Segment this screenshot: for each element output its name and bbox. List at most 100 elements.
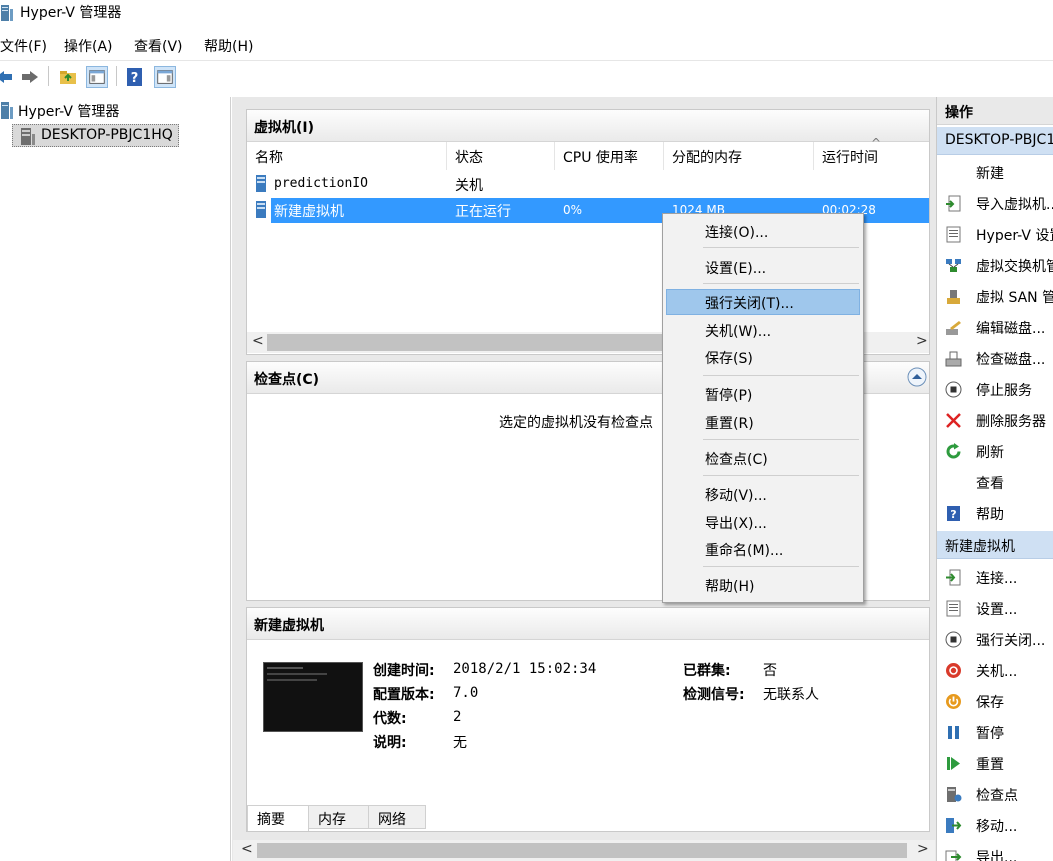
scroll-right-icon[interactable]: > xyxy=(916,333,928,349)
column-header-state[interactable]: 状态 xyxy=(447,142,555,170)
action-vm-turn-off[interactable]: 强行关闭... xyxy=(937,624,1053,655)
action-vm-move[interactable]: 移动... xyxy=(937,810,1053,841)
actions-section-host[interactable]: DESKTOP-PBJC1HQ xyxy=(937,127,1053,155)
action-vm-checkpoint[interactable]: 检查点 xyxy=(937,779,1053,810)
checkpoint-icon xyxy=(947,787,962,802)
scroll-left-icon[interactable]: < xyxy=(241,841,253,857)
scroll-left-icon[interactable]: < xyxy=(252,333,264,349)
context-item-reset[interactable]: 重置(R) xyxy=(666,409,860,435)
scroll-right-icon[interactable]: > xyxy=(917,841,929,857)
action-edit-disk[interactable]: 编辑磁盘... xyxy=(937,312,1053,343)
action-vm-save[interactable]: 保存 xyxy=(937,686,1053,717)
action-virtual-san-manager[interactable]: 虚拟 SAN 管理器... xyxy=(937,281,1053,312)
tab-network[interactable]: 网络 xyxy=(368,805,426,829)
action-vm-connect[interactable]: 连接... xyxy=(937,562,1053,593)
title-bar: Hyper-V 管理器 xyxy=(0,0,1053,30)
tree-node-host[interactable]: DESKTOP-PBJC1HQ xyxy=(12,124,179,147)
action-help[interactable]: ? 帮助 xyxy=(937,498,1053,529)
column-header-name[interactable]: 名称 xyxy=(247,142,447,170)
scrollbar-thumb[interactable] xyxy=(267,334,667,351)
created-time-label: 创建时间: xyxy=(373,663,435,679)
connect-icon xyxy=(946,569,961,586)
context-item-settings[interactable]: 设置(E)... xyxy=(666,254,860,280)
console-tree: Hyper-V 管理器 DESKTOP-PBJC1HQ xyxy=(0,97,231,861)
vm-screen-thumbnail[interactable] xyxy=(263,662,363,732)
menu-separator xyxy=(703,375,859,376)
refresh-icon xyxy=(946,443,961,459)
actions-section-vm[interactable]: 新建虚拟机 xyxy=(937,531,1053,559)
tree-root-label: Hyper-V 管理器 xyxy=(18,104,120,120)
tab-memory[interactable]: 内存 xyxy=(308,805,369,829)
action-remove-server[interactable]: 删除服务器 xyxy=(937,405,1053,436)
action-refresh[interactable]: 刷新 xyxy=(937,436,1053,467)
delete-x-icon xyxy=(946,413,961,428)
action-vm-shut-down[interactable]: 关机... xyxy=(937,655,1053,686)
context-item-help[interactable]: 帮助(H) xyxy=(666,572,860,598)
help-icon[interactable]: ? xyxy=(124,66,146,88)
up-folder-icon[interactable] xyxy=(57,66,79,88)
show-hide-action-pane-icon[interactable] xyxy=(154,66,176,88)
stop-icon xyxy=(945,381,962,398)
notes-value: 无 xyxy=(453,735,467,751)
action-new[interactable]: 新建 xyxy=(937,157,1053,188)
scrollbar-thumb[interactable] xyxy=(257,843,907,858)
tree-node-hyperv-manager[interactable]: Hyper-V 管理器 xyxy=(0,101,119,121)
collapse-chevron-up-icon[interactable] xyxy=(906,366,928,388)
action-inspect-disk[interactable]: 检查磁盘... xyxy=(937,343,1053,374)
action-stop-service[interactable]: 停止服务 xyxy=(937,374,1053,405)
action-view[interactable]: 查看 xyxy=(937,467,1053,498)
action-vm-reset[interactable]: 重置 xyxy=(937,748,1053,779)
action-vm-export[interactable]: 导出... xyxy=(937,841,1053,861)
generation-label: 代数: xyxy=(373,711,407,727)
menu-view[interactable]: 查看(V) xyxy=(134,36,183,56)
action-import-vm[interactable]: 导入虚拟机... xyxy=(937,188,1053,219)
action-vm-settings[interactable]: 设置... xyxy=(937,593,1053,624)
save-power-icon xyxy=(946,694,961,709)
hyperv-app-icon xyxy=(1,5,13,21)
network-switch-icon xyxy=(946,259,961,272)
context-item-pause[interactable]: 暂停(P) xyxy=(666,381,860,407)
toolbar-separator xyxy=(48,66,49,86)
context-item-turn-off[interactable]: 强行关闭(T)... xyxy=(666,289,860,315)
show-hide-console-tree-icon[interactable] xyxy=(86,66,108,88)
vm-icon xyxy=(256,175,266,192)
server-icon xyxy=(21,128,35,145)
context-item-checkpoint[interactable]: 检查点(C) xyxy=(666,445,860,471)
svg-text:?: ? xyxy=(950,508,956,521)
generation-value: 2 xyxy=(453,709,462,725)
menu-file[interactable]: 文件(F) xyxy=(0,36,47,56)
action-hyperv-settings[interactable]: Hyper-V 设置... xyxy=(937,219,1053,250)
center-horizontal-scrollbar[interactable]: < > xyxy=(233,840,935,861)
action-virtual-switch-manager[interactable]: 虚拟交换机管理器... xyxy=(937,250,1053,281)
context-item-shut-down[interactable]: 关机(W)... xyxy=(666,317,860,343)
menu-help[interactable]: 帮助(H) xyxy=(204,36,253,56)
back-arrow-icon[interactable] xyxy=(0,66,16,88)
column-header-cpu[interactable]: CPU 使用率 xyxy=(555,142,664,170)
vm-cpu: 0% xyxy=(563,203,583,217)
table-row[interactable]: predictionIO 关机 xyxy=(247,173,929,197)
settings-page-icon xyxy=(946,600,961,617)
context-item-rename[interactable]: 重命名(M)... xyxy=(666,536,860,562)
forward-arrow-icon[interactable] xyxy=(18,66,40,88)
move-icon xyxy=(946,818,962,833)
config-version-label: 配置版本: xyxy=(373,687,435,703)
vm-pane-title: 虚拟机(I) xyxy=(254,120,315,136)
settings-page-icon xyxy=(946,226,961,243)
created-time-value: 2018/2/1 15:02:34 xyxy=(453,661,597,677)
vm-state: 关机 xyxy=(455,178,483,194)
vm-state: 正在运行 xyxy=(455,204,511,220)
context-item-move[interactable]: 移动(V)... xyxy=(666,481,860,507)
detail-pane-title: 新建虚拟机 xyxy=(254,618,324,634)
svg-text:?: ? xyxy=(131,71,139,86)
context-item-export[interactable]: 导出(X)... xyxy=(666,509,860,535)
action-vm-pause[interactable]: 暂停 xyxy=(937,717,1053,748)
column-header-uptime[interactable]: 运行时间 xyxy=(814,142,931,170)
context-item-connect[interactable]: 连接(O)... xyxy=(666,218,860,244)
tab-summary[interactable]: 摘要 xyxy=(247,805,309,831)
notes-label: 说明: xyxy=(373,735,407,751)
reset-icon xyxy=(947,757,960,770)
checkpoint-pane-title: 检查点(C) xyxy=(254,372,320,388)
menu-action[interactable]: 操作(A) xyxy=(64,36,113,56)
column-header-memory[interactable]: 分配的内存 xyxy=(664,142,814,170)
context-item-save[interactable]: 保存(S) xyxy=(666,344,860,370)
